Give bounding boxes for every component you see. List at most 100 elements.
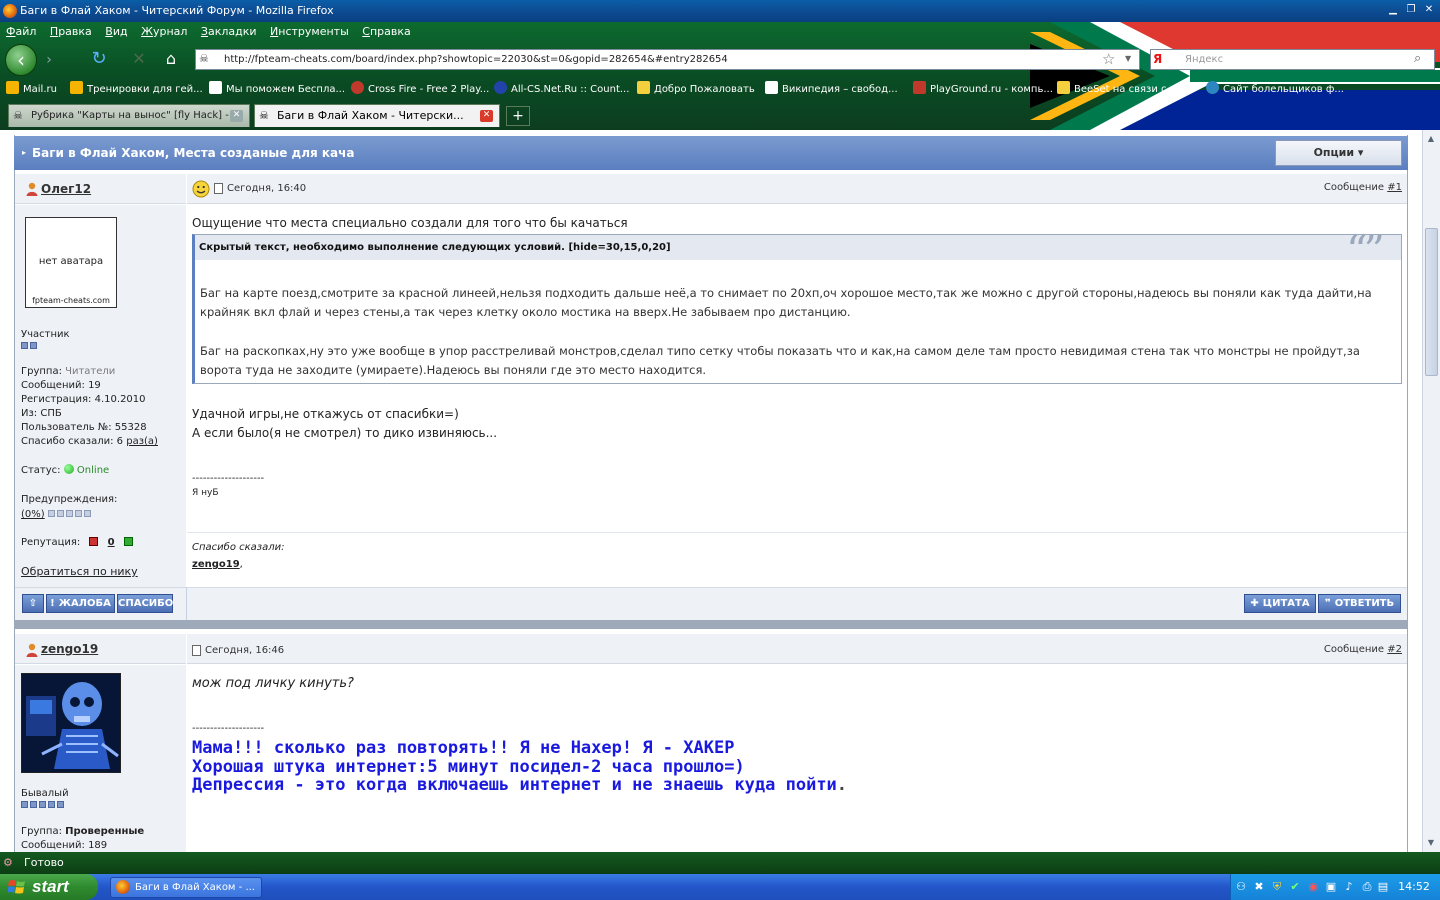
skull-favicon-icon: ☠ [13, 109, 23, 122]
post1-user-number: Пользователь №: 55328 [21, 422, 147, 433]
status-bar: Готово [0, 852, 1440, 874]
bookmark-item[interactable]: Тренировки для гей... [70, 80, 203, 100]
playground-icon [913, 81, 926, 94]
clock: 14:52 [1398, 880, 1430, 893]
window-titlebar: Баги в Флай Хаком - Читерский Форум - Mo… [0, 0, 1440, 22]
taskbar-firefox-item[interactable]: Баги в Флай Хаком - ... [110, 877, 262, 898]
post2-body: мож под личку кинуть? [192, 676, 354, 691]
post2-username[interactable]: zengo19 [41, 642, 98, 656]
post1-messages: Сообщений: 19 [21, 380, 101, 391]
post1-group: Группа: Читатели [21, 366, 116, 377]
menu-help[interactable]: Справка [362, 22, 410, 42]
post-page-icon [192, 645, 201, 656]
tab-fly-hack-rubric[interactable]: ☠ Рубрика "Карты на вынос" [fly Hack] - … [8, 104, 250, 127]
report-button[interactable]: ! ЖАЛОБА [46, 594, 115, 613]
search-icon[interactable]: ⌕ [1414, 50, 1432, 68]
thanks-times-link[interactable]: раз(а) [126, 436, 158, 447]
url-bar[interactable]: http://fpteam-cheats.com/board/index.php… [195, 49, 1140, 70]
scroll-top-button[interactable]: ⇧ [22, 594, 44, 613]
skull-favicon-icon: ☠ [259, 109, 269, 122]
menu-history[interactable]: Журнал [141, 22, 187, 42]
thanks-user-link[interactable]: zengo19 [192, 559, 240, 570]
bookmark-item[interactable]: Сайт болельщиков ф... [1206, 80, 1344, 100]
post2-number: Сообщение #2 [1323, 644, 1402, 655]
check-icon[interactable]: ✔ [1288, 880, 1302, 894]
shield-icon[interactable]: ⛨ [1270, 880, 1284, 894]
options-button[interactable]: Опции ▾ [1275, 140, 1402, 166]
opera-icon[interactable]: ◉ [1306, 880, 1320, 894]
menu-tools[interactable]: Инструменты [270, 22, 349, 42]
divider [186, 587, 187, 620]
tab-close-icon[interactable]: ✕ [230, 110, 243, 122]
firefox-icon [3, 4, 17, 18]
scroll-down-arrow-icon[interactable]: ▼ [1424, 836, 1438, 850]
rank-pips [21, 800, 66, 811]
topic-title-bar: Баги в Флай Хаком, Места созданые для ка… [14, 136, 1408, 170]
post1-date: Сегодня, 16:40 [227, 183, 307, 194]
search-input[interactable]: Яндекс [1150, 49, 1435, 70]
bookmark-item[interactable]: All-CS.Net.Ru :: Count... [494, 80, 629, 100]
post1-permalink[interactable]: #1 [1387, 182, 1402, 193]
hidden-text-header: Скрытый текст, необходимо выполнение сле… [195, 235, 1401, 260]
display-icon[interactable]: ▤ [1376, 880, 1390, 894]
post1-warnings: (0%) [21, 509, 93, 520]
scrollbar-thumb[interactable] [1425, 228, 1438, 376]
menu-bar: Файл Правка Вид Журнал Закладки Инструме… [0, 22, 415, 42]
url-dropdown-icon[interactable]: ▼ [1125, 52, 1137, 66]
wikipedia-icon [765, 81, 778, 94]
post1-username[interactable]: Олег12 [41, 182, 91, 196]
post2-permalink[interactable]: #2 [1387, 644, 1402, 655]
menu-bookmarks[interactable]: Закладки [201, 22, 257, 42]
bookmark-item[interactable]: Cross Fire - Free 2 Play... [351, 80, 489, 100]
taskbar-item-label: Баги в Флай Хаком - ... [135, 882, 255, 893]
close-window-button[interactable]: ✕ [1421, 3, 1437, 18]
minimize-button[interactable]: ▁ [1385, 3, 1401, 18]
new-tab-button[interactable]: + [506, 106, 530, 126]
signature-divider: -------------------- [192, 473, 265, 484]
avatar-site: fpteam-cheats.com [32, 296, 110, 305]
signature-divider: -------------------- [192, 723, 265, 734]
quote-button[interactable]: ✚ ЦИТАТА [1244, 594, 1316, 613]
printer-icon[interactable]: ⎙ [1360, 880, 1374, 894]
bookmark-item[interactable]: Википедия – свобод... [765, 80, 898, 100]
network-icon[interactable]: ⚇ [1234, 880, 1248, 894]
bookmark-item[interactable]: PlayGround.ru - компь... [913, 80, 1053, 100]
menu-view[interactable]: Вид [105, 22, 127, 42]
windows-logo-icon [8, 880, 25, 894]
bookmark-item[interactable]: BeeSet на связи с то... [1057, 80, 1191, 100]
cursor-icon [209, 81, 222, 94]
rep-plus-icon[interactable] [123, 537, 133, 546]
scroll-up-arrow-icon[interactable]: ▲ [1424, 132, 1438, 146]
address-by-nick-link[interactable]: Обратиться по нику [21, 565, 138, 578]
rank-pips [21, 341, 39, 352]
monitor-icon[interactable]: ▣ [1324, 880, 1338, 894]
forward-button[interactable]: › [38, 50, 60, 70]
bookmark-item[interactable]: Мы поможем Бесплa... [209, 80, 345, 100]
reload-icon[interactable]: ↻ [88, 48, 110, 70]
volume-icon[interactable]: ♪ [1342, 880, 1356, 894]
tab-current-topic[interactable]: ☠ Баги в Флай Хаком - Читерски... ✕ [254, 104, 500, 127]
topic-title: Баги в Флай Хаком, Места созданые для ка… [32, 146, 355, 160]
cs-icon [494, 81, 507, 94]
tools-icon[interactable]: ✖ [1252, 880, 1266, 894]
back-button[interactable]: ‹ [5, 44, 37, 76]
rep-minus-icon[interactable] [89, 537, 99, 546]
maximize-button[interactable]: ❐ [1403, 3, 1419, 18]
quote-mark-icon: ❞ [1324, 598, 1331, 609]
post2-rank: Бывалый [21, 788, 69, 799]
post1-reputation: Репутация: 0 [21, 537, 133, 548]
menu-file[interactable]: Файл [6, 22, 36, 42]
reply-button[interactable]: ❞ ОТВЕТИТЬ [1318, 594, 1401, 613]
smiley-icon [192, 180, 210, 198]
bookmark-item[interactable]: Mail.ru [6, 80, 57, 100]
tab-close-icon[interactable]: ✕ [480, 110, 493, 122]
home-icon[interactable]: ⌂ [160, 48, 182, 70]
bookmark-star-icon[interactable]: ☆ [1102, 50, 1120, 68]
menu-edit[interactable]: Правка [50, 22, 92, 42]
thanks-button[interactable]: СПАСИБО [117, 594, 173, 613]
yandex-icon[interactable]: Я [1153, 51, 1169, 67]
star-icon [637, 81, 650, 94]
post1-body-line1: Ощущение что места специально создали дл… [192, 216, 628, 230]
bookmark-item[interactable]: Добро Пожаловать [637, 80, 755, 100]
stop-icon[interactable]: ✕ [128, 48, 150, 70]
